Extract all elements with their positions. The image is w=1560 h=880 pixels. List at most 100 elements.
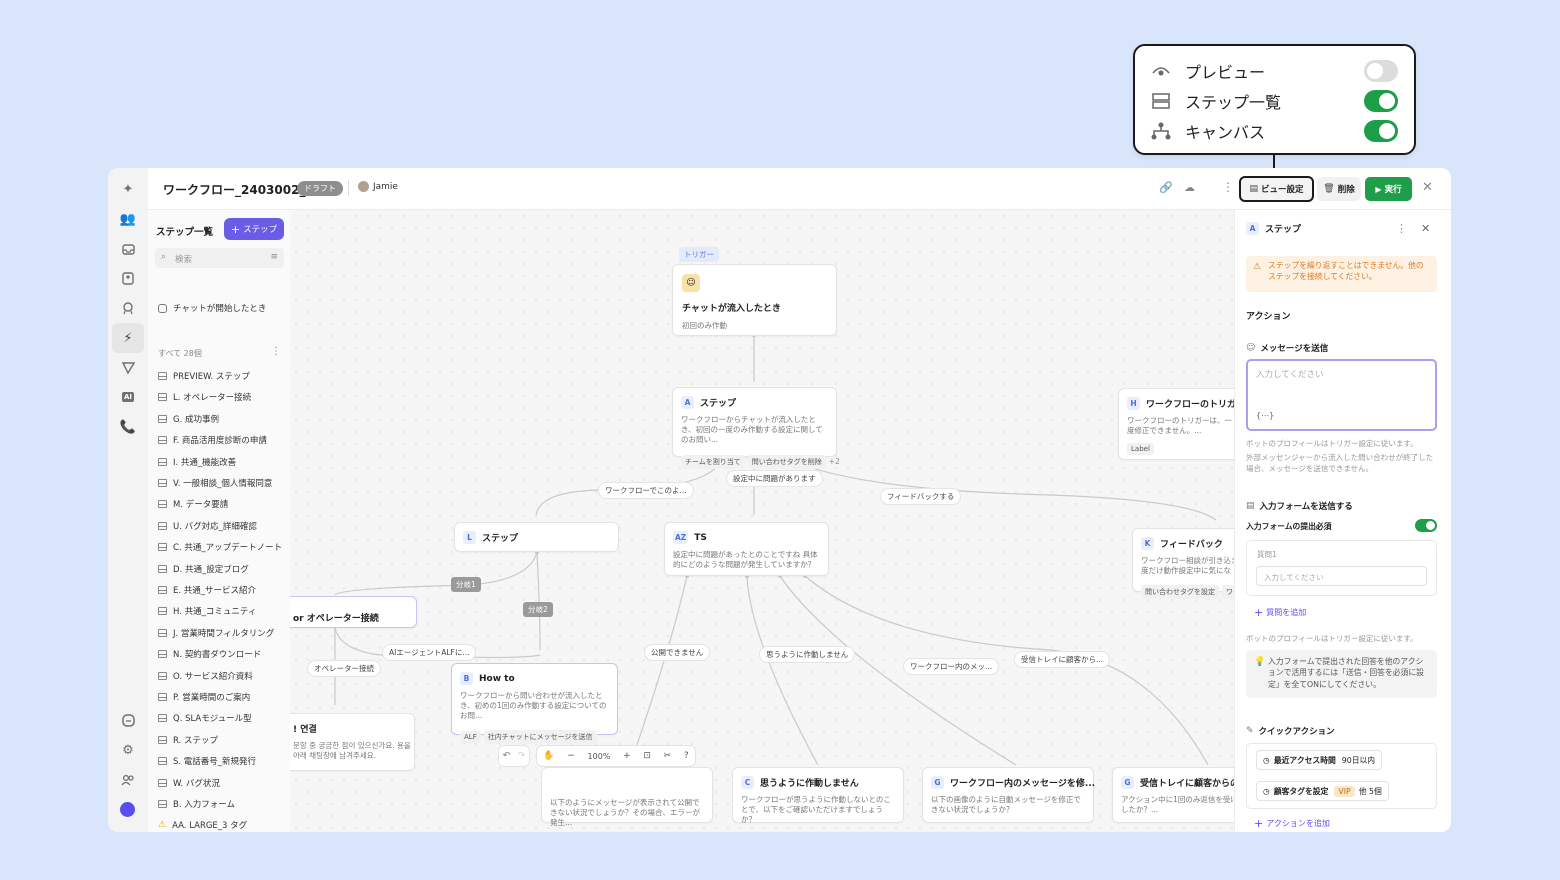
branch-label-1[interactable]: 分岐1 bbox=[451, 577, 481, 592]
panel-close-icon[interactable]: ✕ bbox=[1421, 222, 1430, 235]
trigger-node[interactable]: ☺ チャットが流入したとき 初回のみ作動 bbox=[672, 264, 837, 336]
edge-label-message[interactable]: ワークフロー内のメッ... bbox=[903, 658, 1000, 675]
quick-action-tag[interactable]: ◷ 顧客タグを設定 VIP 他 5個 bbox=[1256, 781, 1389, 801]
step-node-az[interactable]: AZ TS 設定中に問題があったとのことですね 具体的にどのような問題が発生してい… bbox=[664, 522, 829, 576]
edge-label-inbox[interactable]: 受信トレイに顧客から... bbox=[1014, 651, 1111, 668]
chat-icon[interactable] bbox=[119, 711, 137, 729]
step-list-item[interactable]: I. 共通_機能改善 bbox=[158, 454, 236, 470]
delete-button[interactable]: 🗑 削除 bbox=[1317, 177, 1361, 201]
step-node-l[interactable]: L ステップ bbox=[454, 522, 619, 552]
settings-icon[interactable]: ⚙ bbox=[119, 741, 137, 759]
inbox-icon[interactable] bbox=[119, 240, 137, 258]
phone-icon[interactable]: 📞 bbox=[119, 418, 137, 436]
close-icon[interactable]: ✕ bbox=[1422, 180, 1433, 195]
edge-label-publish[interactable]: 公開できません bbox=[644, 644, 711, 661]
add-step-button[interactable]: + ステップ bbox=[224, 218, 284, 240]
zoom-in-icon[interactable]: + bbox=[623, 751, 631, 761]
contact-icon[interactable] bbox=[119, 269, 137, 287]
hand-icon[interactable]: ✋ bbox=[543, 751, 554, 761]
operator-node[interactable]: or オペレーター接続 bbox=[290, 596, 417, 628]
run-button[interactable]: ▶ 実行 bbox=[1365, 177, 1412, 201]
edge-label-mid[interactable]: 設定中に問題があります bbox=[726, 470, 823, 487]
fit-icon[interactable]: ⊡ bbox=[643, 751, 651, 761]
warning-icon: ⚠ bbox=[158, 820, 167, 831]
send-icon[interactable] bbox=[119, 359, 137, 377]
step-node-b[interactable]: B How to ワークフローから問い合わせが流入したとき、初めの1回のみ作動する… bbox=[451, 663, 618, 745]
step-node-c[interactable]: C 思うように作動しません ワークフローが思うように作動しないとのことで、以下をご… bbox=[732, 767, 904, 824]
preview-toggle-row[interactable]: プレビュー bbox=[1151, 58, 1398, 84]
step-list-item[interactable]: J. 営業時間フィルタリング bbox=[158, 625, 274, 641]
search-input[interactable]: ⌕ 検索 ≡ bbox=[155, 248, 284, 268]
send-message-header: ☺ メッセージを送信 bbox=[1246, 343, 1329, 354]
step-list-item[interactable]: G. 成功事例 bbox=[158, 411, 219, 427]
link-icon[interactable]: 🔗 bbox=[1159, 181, 1173, 194]
form-required-toggle[interactable] bbox=[1415, 519, 1437, 532]
step-list-item[interactable]: F. 商品活用度診断の申請 bbox=[158, 432, 267, 448]
step-list-item[interactable]: O. サービス紹介資料 bbox=[158, 668, 253, 684]
undo-icon[interactable]: ↶ bbox=[503, 751, 511, 761]
question-input[interactable]: 入力してください bbox=[1256, 566, 1427, 586]
more-icon[interactable]: ⋮ bbox=[1222, 180, 1234, 194]
trash-icon: 🗑 bbox=[1323, 184, 1335, 194]
bolt-icon[interactable]: ⚡ bbox=[119, 329, 137, 347]
quick-action-recent-access[interactable]: ◷ 最近アクセス時間 90日以内 bbox=[1256, 750, 1383, 770]
branch-label-2[interactable]: 分岐2 bbox=[523, 602, 553, 617]
edge-label-left[interactable]: ワークフローでこのよ... bbox=[598, 482, 694, 499]
step-node-g[interactable]: G ワークフロー内のメッセージを修... 以下の画像のように自動メッセージを修正で… bbox=[922, 767, 1095, 823]
step-list-item[interactable]: PREVIEW. ステップ bbox=[158, 368, 250, 384]
variable-button[interactable]: {⋯} bbox=[1256, 411, 1274, 420]
filter-icon[interactable]: ≡ bbox=[270, 252, 278, 262]
view-settings-button[interactable]: ▤ ビュー設定 bbox=[1239, 176, 1314, 202]
magic-icon[interactable]: ✂ bbox=[664, 751, 672, 761]
step-list-item[interactable]: E. 共通_サービス紹介 bbox=[158, 582, 256, 598]
badge-icon[interactable] bbox=[119, 299, 137, 317]
step-node-h[interactable]: Hワークフローのトリガー ワークフローのトリガーは、一度修正できません。... … bbox=[1118, 388, 1234, 460]
step-list-item[interactable]: C. 共通_アップデートノート bbox=[158, 539, 282, 555]
zoom-out-icon[interactable]: − bbox=[567, 751, 575, 761]
canvas-toggle-row[interactable]: キャンバス bbox=[1151, 118, 1398, 144]
step-list-item[interactable]: P. 営業時間のご案内 bbox=[158, 689, 250, 705]
step-list-item[interactable]: N. 契約書ダウンロード bbox=[158, 646, 261, 662]
preview-toggle[interactable] bbox=[1364, 60, 1398, 82]
step-list-item[interactable]: W. バグ状況 bbox=[158, 775, 220, 791]
list-more-icon[interactable]: ⋮ bbox=[271, 346, 281, 357]
vip-tag: VIP bbox=[1334, 785, 1355, 797]
step-list-item[interactable]: ⚠ AA. LARGE_3 タグ bbox=[158, 817, 247, 832]
avatar[interactable] bbox=[120, 802, 135, 817]
panel-more-icon[interactable]: ⋮ bbox=[1396, 222, 1407, 235]
step-list-item[interactable]: V. 一般相談_個人情報同意 bbox=[158, 475, 272, 491]
steplist-toggle[interactable] bbox=[1364, 90, 1398, 112]
step-list-item[interactable]: L. オペレーター接続 bbox=[158, 389, 251, 405]
team-icon[interactable] bbox=[119, 771, 137, 789]
edge-label-ai[interactable]: AIエージェントALFに... bbox=[382, 644, 477, 661]
step-list-item[interactable]: B. 入力フォーム bbox=[158, 796, 235, 812]
steplist-toggle-row[interactable]: ステップ一覧 bbox=[1151, 88, 1398, 114]
step-list-item[interactable]: R. ステップ bbox=[158, 732, 218, 748]
trigger-list-item[interactable]: チャットが開始したとき bbox=[158, 300, 266, 316]
edge-label-right[interactable]: フィードバックする bbox=[880, 488, 962, 505]
sparkle-icon[interactable]: ✦ bbox=[119, 180, 137, 198]
help-icon[interactable]: ? bbox=[684, 751, 689, 761]
step-node-a[interactable]: A ステップ ワークフローからチャットが流入したとき、初回の一度のみ作動する設定に… bbox=[672, 387, 840, 470]
canvas-toggle[interactable] bbox=[1364, 120, 1398, 142]
step-list-item[interactable]: D. 共通_設定ブログ bbox=[158, 561, 249, 577]
step-list-item[interactable]: U. バグ対応_詳細確認 bbox=[158, 518, 257, 534]
step-list-item[interactable]: S. 電話番号_新規発行 bbox=[158, 753, 256, 769]
step-list-item[interactable]: M. データ要請 bbox=[158, 496, 228, 512]
edge-label-operator[interactable]: オペレーター接続 bbox=[307, 660, 381, 677]
step-list-item[interactable]: H. 共通_コミュニティ bbox=[158, 603, 256, 619]
users-icon[interactable]: 👥 bbox=[119, 210, 137, 228]
step-list-item[interactable]: Q. SLAモジュール型 bbox=[158, 710, 252, 726]
step-node-g2[interactable]: G受信トレイに顧客からの アクション中に1回のみ返信を受けておきましたか？... bbox=[1112, 767, 1234, 823]
step-node-k[interactable]: Kフィードバック ワークフロー相談が引き込ま一度だけ動作設定中に気にな 問い合わ… bbox=[1132, 528, 1234, 600]
ai-icon[interactable]: AI bbox=[119, 388, 137, 406]
cloud-icon[interactable]: ☁ bbox=[1184, 181, 1195, 194]
connect-node[interactable]: ! 연결 문항 중 궁금한 점이 있으신가요. 용을 아래 채팅창에 남겨주세요… bbox=[290, 713, 415, 771]
add-question-button[interactable]: + 質問を追加 bbox=[1254, 606, 1306, 619]
redo-icon[interactable]: ↷ bbox=[518, 751, 526, 761]
step-node-publish[interactable]: 以下のようにメッセージが表示されて公開できない状況でしょうか？その場合、エラーが… bbox=[541, 767, 713, 827]
message-textarea[interactable]: 入力してください {⋯} bbox=[1246, 359, 1437, 431]
add-action-button[interactable]: + アクションを追加 bbox=[1254, 817, 1330, 830]
edge-label-notwork[interactable]: 思うように作動しません bbox=[759, 646, 856, 663]
workflow-canvas[interactable]: トリガー ☺ チャットが流入したとき 初回のみ作動 A ステップ ワークフローから… bbox=[290, 210, 1234, 832]
